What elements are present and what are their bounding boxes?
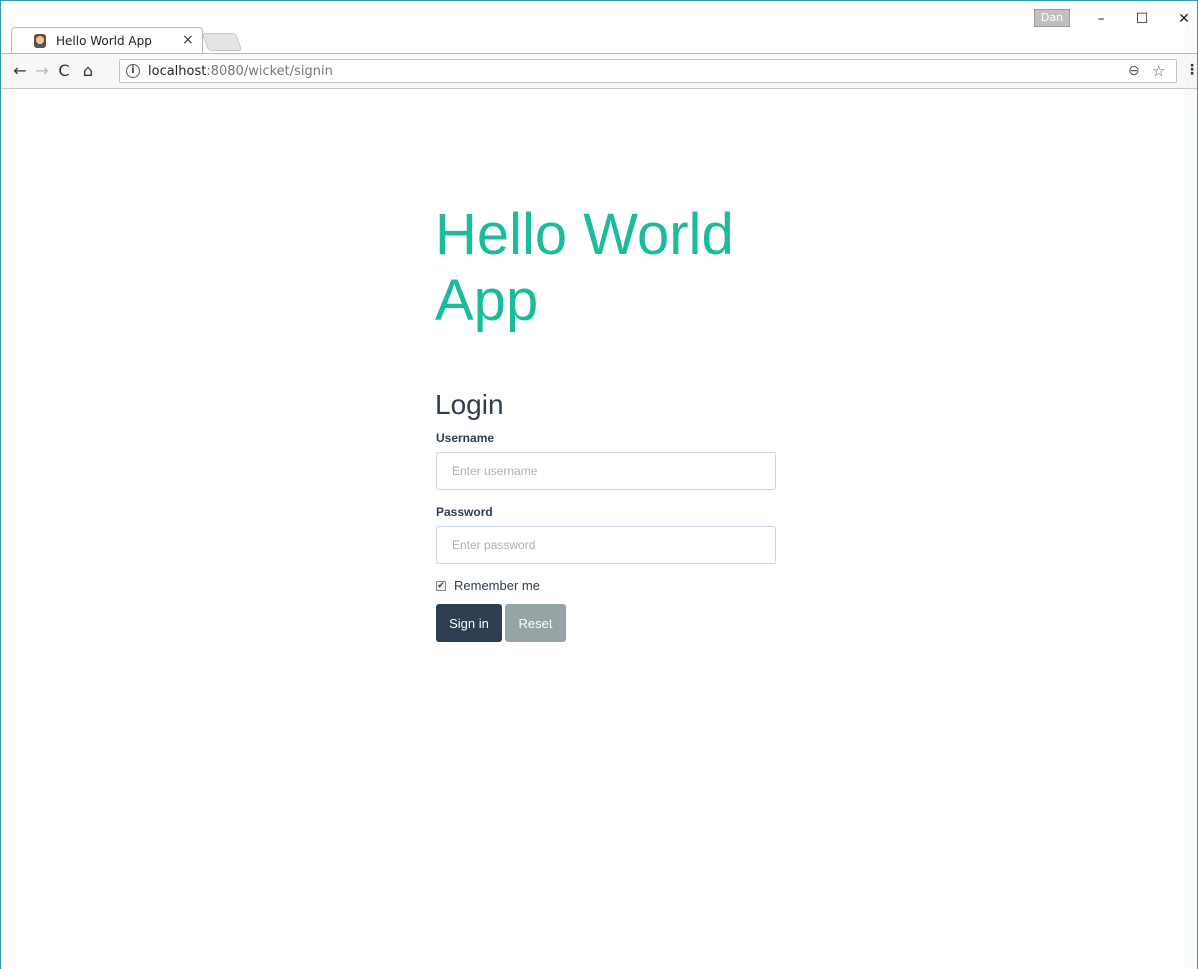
remember-me-checkbox[interactable]: ✔ — [436, 581, 446, 591]
app-title: Hello World App — [435, 202, 734, 333]
tab-title: Hello World App — [56, 34, 152, 48]
profile-button[interactable]: Dan — [1034, 9, 1070, 27]
site-info-icon[interactable]: i — [126, 64, 140, 78]
remember-me-label[interactable]: Remember me — [454, 578, 540, 593]
minimize-icon[interactable]: – — [1091, 11, 1111, 27]
url-path: :8080/wicket/signin — [206, 64, 333, 79]
favicon-icon — [34, 34, 46, 48]
bookmark-star-icon[interactable]: ☆ — [1152, 62, 1165, 80]
home-icon[interactable]: ⌂ — [77, 60, 99, 82]
reload-icon[interactable]: C — [53, 60, 75, 82]
forward-arrow-icon[interactable]: → — [31, 60, 53, 82]
username-input[interactable] — [436, 452, 776, 490]
url-text[interactable]: localhost:8080/wicket/signin — [148, 64, 333, 79]
browser-menu-icon[interactable]: ⋮ — [1185, 62, 1198, 78]
zoom-icon[interactable]: ⊖ — [1128, 63, 1140, 79]
password-label: Password — [436, 505, 493, 519]
tab-hello-world-app[interactable]: Hello World App × — [11, 27, 203, 54]
back-arrow-icon[interactable]: ← — [9, 60, 31, 82]
close-window-icon[interactable]: ✕ — [1174, 11, 1194, 27]
new-tab-button[interactable] — [201, 33, 243, 51]
maximize-icon[interactable]: ☐ — [1132, 11, 1152, 27]
password-input[interactable] — [436, 526, 776, 564]
address-bar[interactable]: i localhost:8080/wicket/signin ⊖ ☆ — [119, 59, 1177, 83]
login-heading: Login — [435, 389, 504, 420]
url-host: localhost — [148, 64, 207, 79]
username-label: Username — [436, 431, 495, 445]
title-bar: Hello World App × Dan – ☐ ✕ — [1, 1, 1197, 54]
tab-close-icon[interactable]: × — [182, 32, 194, 48]
page-content: Hello World App Login Username Password … — [1, 89, 1197, 969]
browser-toolbar: ← → C ⌂ i localhost:8080/wicket/signin ⊖… — [1, 53, 1198, 89]
reset-button[interactable]: Reset — [505, 604, 566, 642]
sign-in-button[interactable]: Sign in — [436, 604, 502, 642]
